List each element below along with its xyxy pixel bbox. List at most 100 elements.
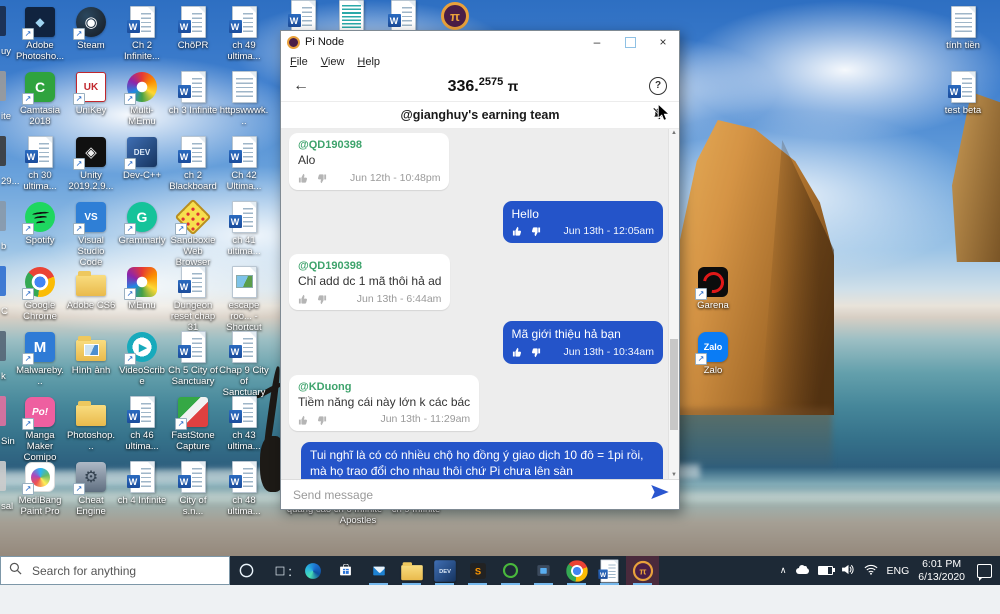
desktop-icon-dungeon-reset-chap-31[interactable]: WDungeon reset chap 31: [168, 266, 218, 334]
chat-message[interactable]: Mã giới thiệu hả bạnJun 13th - 10:34am: [503, 321, 663, 363]
desktop-icon-ch-3-infinite[interactable]: Wch 3 Infinite: [168, 71, 218, 116]
taskbar-dev-cpp-icon[interactable]: DEV: [428, 556, 461, 585]
close-button[interactable]: ×: [649, 32, 677, 52]
maximize-button[interactable]: [616, 32, 644, 52]
wifi-icon[interactable]: [864, 562, 878, 580]
desktop-icon-adobe-cs6[interactable]: Adobe CS6: [66, 266, 116, 311]
taskbar-sublime-text-icon[interactable]: S: [461, 556, 494, 585]
desktop-icon-videoscribe[interactable]: ▶↗VideoScribe: [117, 331, 167, 387]
scrollbar-thumb[interactable]: [670, 339, 678, 430]
desktop-icon-httpswwwk[interactable]: httpswwwk...: [219, 71, 269, 127]
taskbar-edge-icon[interactable]: [296, 556, 329, 585]
thumbs-up-icon[interactable]: [512, 226, 523, 237]
tray-chevron-icon[interactable]: ∧: [780, 565, 787, 576]
search-input[interactable]: [30, 563, 221, 579]
taskbar-chrome-icon[interactable]: [560, 556, 593, 585]
menu-item-view[interactable]: View: [321, 56, 345, 68]
minimize-button[interactable]: –: [583, 32, 611, 52]
desktop-icon-unity-2019-2-9[interactable]: ◈↗Unity 2019.2.9...: [66, 136, 116, 192]
help-button[interactable]: ?: [649, 77, 667, 95]
chat-message[interactable]: @KDuongTiềm năng cái này lớn k các bácJu…: [289, 375, 479, 432]
desktop-icon-zalo[interactable]: Zalo↗Zalo: [688, 331, 738, 376]
desktop-icon-escape-roo-shortcut[interactable]: escape roo... - Shortcut: [219, 266, 269, 334]
thumbs-down-icon[interactable]: [316, 415, 327, 426]
taskbar-mail-icon[interactable]: [362, 556, 395, 585]
desktop-icon-t-nh-ti-n[interactable]: tính tiền: [938, 6, 988, 51]
chat-message[interactable]: @QD190398Chỉ add dc 1 mã thôi hả adJun 1…: [289, 254, 450, 311]
desktop-icon-steam[interactable]: ◉↗Steam: [66, 6, 116, 51]
taskbar-green-ring-app-icon[interactable]: [494, 556, 527, 585]
menu-item-file[interactable]: File: [290, 56, 308, 68]
desktop-icon-ch-5-city-of-sanctuary[interactable]: WCh 5 City of Sanctuary: [168, 331, 218, 387]
thumbs-down-icon[interactable]: [316, 294, 327, 305]
desktop-icon-h-nh-nh[interactable]: Hình ảnh: [66, 331, 116, 376]
taskbar-pi-node-icon[interactable]: π: [626, 556, 659, 585]
desktop-icon-grammarly[interactable]: G↗Grammarly: [117, 201, 167, 246]
taskbar-microsoft-store-icon[interactable]: [329, 556, 362, 585]
desktop-icon-spotify[interactable]: ↗Spotify: [15, 201, 65, 246]
onedrive-cloud-icon[interactable]: [796, 568, 809, 574]
desktop-icon-word-doc-icon[interactable]: W: [378, 0, 428, 32]
desktop-icon-cheat-engine[interactable]: ⚙↗Cheat Engine: [66, 461, 116, 517]
thumbs-up-icon[interactable]: [512, 347, 523, 358]
desktop-icon-memu[interactable]: ↗MEmu: [117, 266, 167, 311]
window-titlebar[interactable]: Pi Node – ×: [281, 31, 679, 53]
desktop-icon-unikey[interactable]: UK↗UniKey: [66, 71, 116, 116]
desktop-icon-manga-maker-comipo[interactable]: Po!↗Manga Maker Comipo: [15, 396, 65, 464]
thumbs-down-icon[interactable]: [530, 347, 541, 358]
desktop-icon-visual-studio-code[interactable]: VS↗Visual Studio Code: [66, 201, 116, 269]
send-icon[interactable]: [651, 485, 669, 504]
back-button[interactable]: ←: [293, 77, 317, 95]
desktop-icon-ch-43-ultima[interactable]: Wch 43 ultima...: [219, 396, 269, 452]
desktop-icon-sandboxie-web-browser[interactable]: ↗Sandboxie Web Browser: [168, 201, 218, 269]
desktop-icon-photoshop[interactable]: Photoshop...: [66, 396, 116, 452]
desktop-icon-ch-48-ultima[interactable]: Wch 48 ultima...: [219, 461, 269, 517]
desktop-icon-google-chrome[interactable]: ↗Google Chrome: [15, 266, 65, 322]
chat-scrollbar[interactable]: ▲ ▼: [668, 129, 679, 479]
desktop-icon-camtasia-2018[interactable]: C↗Camtasia 2018: [15, 71, 65, 127]
taskbar-file-explorer-icon[interactable]: [395, 556, 428, 585]
desktop-icon-ch-41-ultima[interactable]: Wch 41 ultima...: [219, 201, 269, 257]
desktop-icon-malwareby[interactable]: M↗Malwareby...: [15, 331, 65, 387]
taskbar-search[interactable]: [0, 556, 230, 585]
desktop-icon-chap-9-city-of-sanctuary[interactable]: WChap 9 City of Sanctuary: [219, 331, 269, 399]
thumbs-down-icon[interactable]: [530, 226, 541, 237]
desktop-icon-ch-4-infinite[interactable]: Wch 4 Infinite: [117, 461, 167, 506]
desktop-icon-ch-46-ultima[interactable]: Wch 46 ultima...: [117, 396, 167, 452]
desktop-icon-word-doc-icon[interactable]: W: [278, 0, 328, 32]
chat-message[interactable]: HelloJun 13th - 12:05am: [503, 201, 663, 243]
thumbs-up-icon[interactable]: [298, 415, 309, 426]
desktop-icon-test-beta[interactable]: Wtest beta: [938, 71, 988, 116]
thumbs-up-icon[interactable]: [298, 173, 309, 184]
desktop-icon-ch-42-ultima[interactable]: WCh 42 Ultima...: [219, 136, 269, 192]
desktop-icon-city-of-s-n[interactable]: WCity of s.n...: [168, 461, 218, 517]
desktop-icon-ch-pr[interactable]: WChõPR: [168, 6, 218, 51]
clock[interactable]: 6:01 PM 6/13/2020: [918, 558, 965, 583]
taskbar-blue-app-icon[interactable]: [527, 556, 560, 585]
desktop-icon-teal-text-doc-icon[interactable]: [326, 0, 376, 32]
battery-icon[interactable]: [818, 566, 833, 575]
chat-message[interactable]: @QD190398AloJun 12th - 10:48pm: [289, 133, 449, 190]
desktop-icon-ch-49-ultima[interactable]: Wch 49 ultima...: [219, 6, 269, 62]
thumbs-down-icon[interactable]: [316, 173, 327, 184]
taskbar-cortana-icon[interactable]: [230, 556, 263, 585]
desktop-icon-medibang-paint-pro[interactable]: ↗MediBang Paint Pro: [15, 461, 65, 517]
desktop-icon-garena[interactable]: ↗Garena: [688, 266, 738, 311]
taskbar-task-view-icon[interactable]: [263, 556, 296, 585]
thumbs-up-icon[interactable]: [298, 294, 309, 305]
volume-icon[interactable]: [842, 562, 855, 580]
desktop-icon-pi-network-icon[interactable]: π: [430, 0, 480, 32]
taskbar-word-icon[interactable]: W: [593, 556, 626, 585]
language-indicator[interactable]: ENG: [887, 565, 910, 577]
desktop-icon-ch-2-blackboard[interactable]: Wch 2 Blackboard: [168, 136, 218, 192]
message-input[interactable]: [291, 487, 643, 503]
scroll-down-arrow[interactable]: ▼: [669, 472, 679, 478]
desktop-icon-adobe-photosho[interactable]: ◆↗Adobe Photosho...: [15, 6, 65, 62]
scroll-up-arrow[interactable]: ▲: [669, 130, 679, 136]
desktop-icon-ch-30-ultima[interactable]: Wch 30 ultima...: [15, 136, 65, 192]
menu-item-help[interactable]: Help: [357, 56, 380, 68]
desktop-icon-multi-memu[interactable]: ↗Multi-MEmu: [117, 71, 167, 127]
desktop-icon-dev-c[interactable]: DEV↗Dev-C++: [117, 136, 167, 181]
action-center-icon[interactable]: [977, 564, 992, 578]
desktop-icon-ch-2-infinite[interactable]: WCh 2 Infinite...: [117, 6, 167, 62]
